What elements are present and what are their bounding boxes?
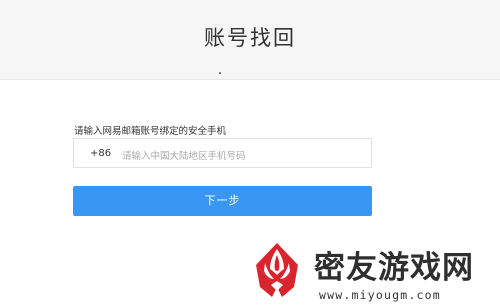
phone-label: 请输入网易邮箱账号绑定的安全手机 bbox=[74, 126, 227, 137]
next-button[interactable]: 下一步 bbox=[73, 186, 372, 216]
page-header: 账号找回 bbox=[0, 0, 500, 80]
watermark-url: www.miyougm.com bbox=[319, 288, 441, 302]
red-flower-logo-icon bbox=[256, 243, 298, 297]
phone-input[interactable]: +86 请输入中国大陆地区手机号码 bbox=[73, 138, 372, 168]
watermark-title: 密友游戏网 bbox=[314, 250, 474, 286]
country-code[interactable]: +86 bbox=[90, 148, 111, 159]
page-title: 账号找回 bbox=[204, 26, 296, 50]
header-dot bbox=[219, 72, 221, 74]
phone-placeholder: 请输入中国大陆地区手机号码 bbox=[122, 151, 246, 162]
